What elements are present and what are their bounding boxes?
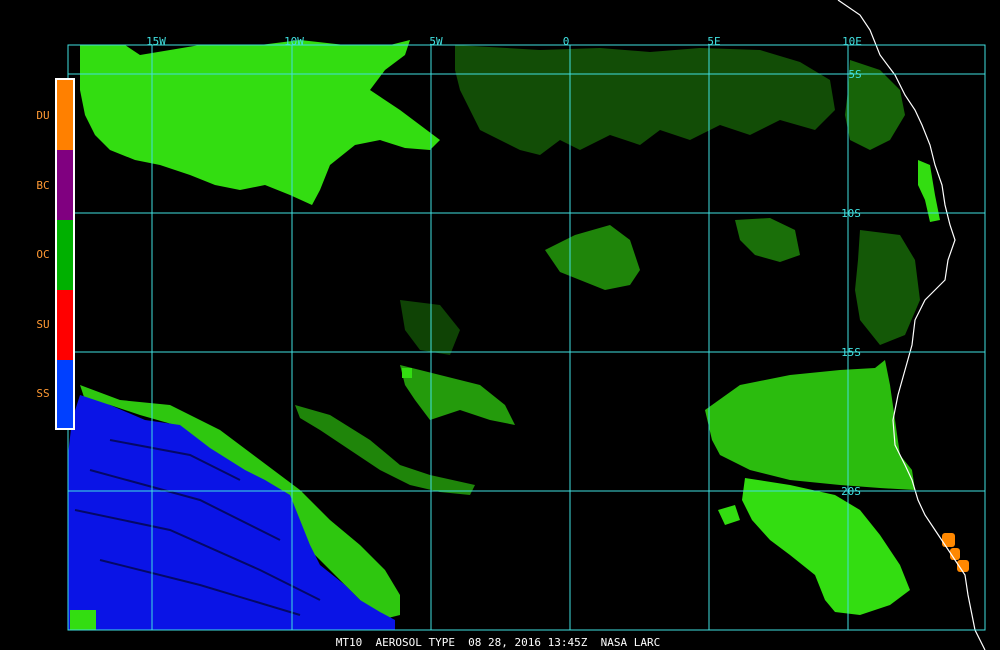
lon-label-15w: 15W [146, 35, 166, 48]
lat-label-20s: 20S [841, 485, 861, 498]
oc-patch-small-square [402, 368, 412, 378]
oc-patch-top-center [455, 45, 835, 155]
legend-label-su: SU [36, 318, 49, 331]
lon-label-10w: 10W [284, 35, 304, 48]
oc-patch-mid [400, 300, 460, 355]
oc-region-northwest [80, 40, 440, 205]
lat-label-10s: 10S [841, 207, 861, 220]
lon-label-0: 0 [563, 35, 570, 48]
legend-label-du: DU [36, 109, 49, 122]
oc-region-southeast [705, 360, 915, 490]
legend-swatch-du [57, 80, 73, 150]
lon-label-10e: 10E [842, 35, 862, 48]
legend-swatch-su [57, 290, 73, 360]
lon-label-5e: 5E [707, 35, 720, 48]
du-aerosol-layer [942, 533, 969, 572]
legend-swatch-bc [57, 150, 73, 220]
map-caption: MT10 AEROSOL TYPE 08 28, 2016 13:45Z NAS… [336, 636, 661, 649]
legend-swatch-ss [57, 360, 73, 428]
legend-label-oc: OC [36, 248, 49, 261]
oc-patch-east-coast [855, 230, 920, 345]
oc-patch-mid-left [400, 365, 515, 425]
aerosol-map: 15W 10W 5W 0 5E 10E 5S 10S 15S 20S DU BC… [36, 0, 986, 650]
aerosol-legend: DU BC OC SU SS [36, 78, 75, 430]
oc-blob-south [742, 478, 910, 615]
oc-patch-south-small [718, 505, 740, 525]
oc-band-upper-southwest [295, 405, 475, 495]
du-patch-1 [942, 533, 955, 547]
legend-swatch-oc [57, 220, 73, 290]
legend-label-bc: BC [36, 179, 49, 192]
legend-label-ss: SS [36, 387, 49, 400]
lat-label-15s: 15S [841, 346, 861, 359]
oc-patch-corner [70, 610, 96, 630]
oc-patch-center-east [735, 218, 800, 262]
oc-patch-center [545, 225, 640, 290]
lon-label-5w: 5W [429, 35, 443, 48]
lat-label-5s: 5S [848, 68, 861, 81]
